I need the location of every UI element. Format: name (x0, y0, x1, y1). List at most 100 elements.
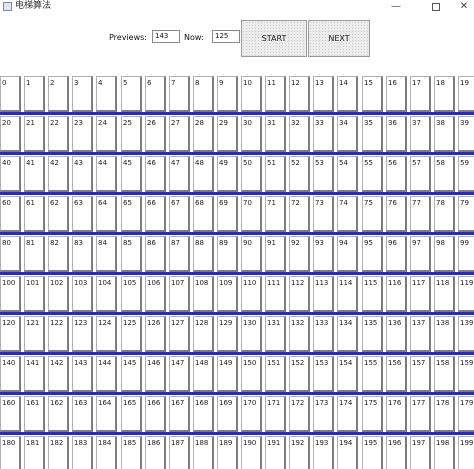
floor-cell-129: 129 (217, 316, 238, 352)
floor-cell-106: 106 (145, 276, 166, 312)
floor-cell-122: 122 (48, 316, 69, 352)
floor-cell-99: 99 (458, 236, 474, 272)
floor-cell-114: 114 (337, 276, 358, 312)
floor-cell-157: 157 (410, 356, 431, 392)
previews-field[interactable]: 143 (152, 30, 180, 43)
floor-cell-82: 82 (48, 236, 69, 272)
floor-cell-25: 25 (121, 116, 142, 152)
floor-cell-46: 46 (145, 156, 166, 192)
floor-cell-125: 125 (121, 316, 142, 352)
floor-cell-81: 81 (24, 236, 45, 272)
floor-cell-93: 93 (313, 236, 334, 272)
floor-cell-77: 77 (410, 196, 431, 232)
floor-cell-12: 12 (289, 76, 310, 112)
floor-cell-83: 83 (72, 236, 93, 272)
floor-cell-116: 116 (386, 276, 407, 312)
now-field[interactable]: 125 (212, 30, 240, 43)
floor-cell-132: 132 (289, 316, 310, 352)
floor-cell-47: 47 (169, 156, 190, 192)
floor-cell-185: 185 (121, 436, 142, 469)
floor-cell-153: 153 (313, 356, 334, 392)
next-button[interactable]: NEXT (308, 20, 370, 57)
floor-cell-52: 52 (289, 156, 310, 192)
floor-cell-58: 58 (434, 156, 455, 192)
floor-cell-174: 174 (337, 396, 358, 432)
floor-cell-112: 112 (289, 276, 310, 312)
floor-cell-68: 68 (193, 196, 214, 232)
floor-cell-84: 84 (96, 236, 117, 272)
floor-cell-187: 187 (169, 436, 190, 469)
maximize-icon[interactable] (424, 0, 448, 14)
floor-cell-59: 59 (458, 156, 474, 192)
floor-cell-118: 118 (434, 276, 455, 312)
floor-cell-27: 27 (169, 116, 190, 152)
floor-cell-142: 142 (48, 356, 69, 392)
floor-cell-140: 140 (0, 356, 21, 392)
minimize-icon[interactable]: — (384, 0, 408, 14)
floor-cell-192: 192 (289, 436, 310, 469)
floor-cell-63: 63 (72, 196, 93, 232)
floor-cell-189: 189 (217, 436, 238, 469)
floor-cell-95: 95 (362, 236, 383, 272)
floor-cell-55: 55 (362, 156, 383, 192)
floor-cell-166: 166 (145, 396, 166, 432)
floor-cell-18: 18 (434, 76, 455, 112)
floor-cell-97: 97 (410, 236, 431, 272)
floor-cell-161: 161 (24, 396, 45, 432)
row-separator (0, 152, 474, 155)
floor-cell-158: 158 (434, 356, 455, 392)
floor-cell-90: 90 (241, 236, 262, 272)
floor-cell-117: 117 (410, 276, 431, 312)
floor-cell-23: 23 (72, 116, 93, 152)
floor-cell-107: 107 (169, 276, 190, 312)
start-button[interactable]: START (241, 20, 307, 57)
floor-cell-173: 173 (313, 396, 334, 432)
floor-cell-49: 49 (217, 156, 238, 192)
close-icon[interactable]: ✕ (454, 0, 474, 14)
floor-cell-28: 28 (193, 116, 214, 152)
floor-cell-196: 196 (386, 436, 407, 469)
floor-cell-15: 15 (362, 76, 383, 112)
floor-cell-131: 131 (265, 316, 286, 352)
floor-cell-70: 70 (241, 196, 262, 232)
floor-cell-48: 48 (193, 156, 214, 192)
floor-cell-199: 199 (458, 436, 474, 469)
floor-cell-176: 176 (386, 396, 407, 432)
floor-cell-74: 74 (337, 196, 358, 232)
floor-cell-141: 141 (24, 356, 45, 392)
floor-cell-60: 60 (0, 196, 21, 232)
floor-cell-102: 102 (48, 276, 69, 312)
floor-cell-181: 181 (24, 436, 45, 469)
floor-cell-149: 149 (217, 356, 238, 392)
floor-cell-159: 159 (458, 356, 474, 392)
floor-cell-105: 105 (121, 276, 142, 312)
floor-cell-190: 190 (241, 436, 262, 469)
floor-cell-92: 92 (289, 236, 310, 272)
floor-cell-138: 138 (434, 316, 455, 352)
floor-cell-1: 1 (24, 76, 45, 112)
floor-cell-126: 126 (145, 316, 166, 352)
floor-cell-194: 194 (337, 436, 358, 469)
floor-cell-22: 22 (48, 116, 69, 152)
floor-cell-33: 33 (313, 116, 334, 152)
row-separator (0, 432, 474, 435)
floor-cell-184: 184 (96, 436, 117, 469)
floor-cell-134: 134 (337, 316, 358, 352)
floor-cell-21: 21 (24, 116, 45, 152)
floor-cell-104: 104 (96, 276, 117, 312)
floor-cell-66: 66 (145, 196, 166, 232)
floor-cell-120: 120 (0, 316, 21, 352)
window-title: 电梯算法 (15, 1, 52, 11)
floor-cell-119: 119 (458, 276, 474, 312)
floor-cell-6: 6 (145, 76, 166, 112)
floor-cell-7: 7 (169, 76, 190, 112)
floor-cell-9: 9 (217, 76, 238, 112)
floor-cell-44: 44 (96, 156, 117, 192)
floor-cell-139: 139 (458, 316, 474, 352)
floor-grid: 0 1 2 3 4 5 6 7 8 9 10 11 12 13 14 15 16 17 18 19 20 21 22 23 24… (0, 76, 474, 469)
floor-cell-24: 24 (96, 116, 117, 152)
floor-cell-37: 37 (410, 116, 431, 152)
floor-cell-56: 56 (386, 156, 407, 192)
floor-cell-198: 198 (434, 436, 455, 469)
floor-cell-182: 182 (48, 436, 69, 469)
